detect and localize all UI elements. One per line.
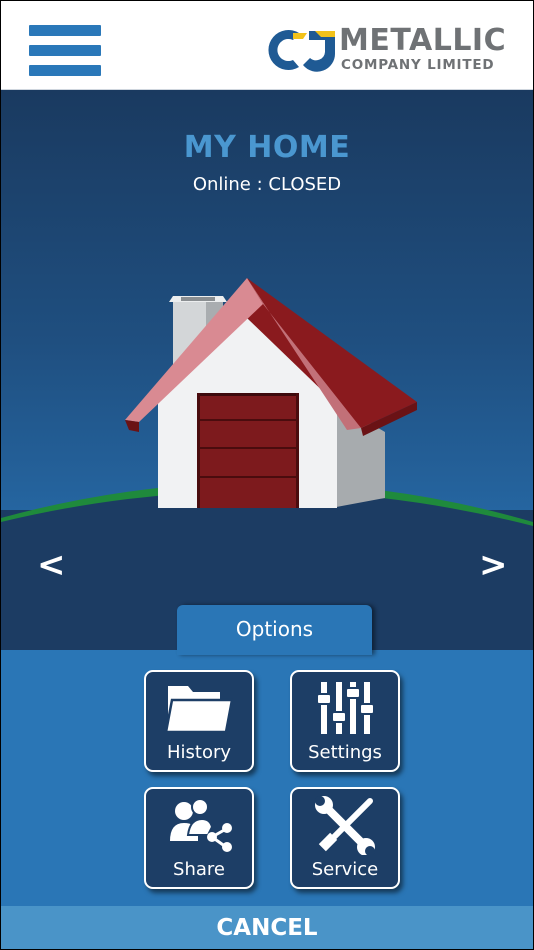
company-logo: METALLIC COMPANY LIMITED bbox=[263, 23, 506, 75]
app-header: METALLIC COMPANY LIMITED bbox=[1, 1, 533, 90]
cancel-button[interactable]: CANCEL bbox=[1, 906, 533, 949]
settings-button[interactable]: Settings bbox=[290, 670, 400, 772]
logo-text-metallic: METALLIC bbox=[339, 23, 507, 58]
options-panel: History Settings Share Service bbox=[1, 650, 533, 906]
history-label: History bbox=[166, 742, 232, 763]
options-tab[interactable]: Options bbox=[177, 605, 372, 655]
sliders-icon bbox=[316, 682, 375, 734]
wrench-screwdriver-icon bbox=[315, 796, 375, 855]
service-label: Service bbox=[311, 859, 379, 880]
history-button[interactable]: History bbox=[144, 670, 254, 772]
previous-device-button[interactable]: < bbox=[37, 548, 66, 582]
device-scene: MY HOME Online : CLOSED < > bbox=[1, 90, 533, 650]
service-button[interactable]: Service bbox=[290, 787, 400, 889]
device-name: MY HOME bbox=[183, 130, 351, 165]
cj-logo-mark-icon bbox=[268, 30, 336, 72]
share-button[interactable]: Share bbox=[144, 787, 254, 889]
folder-icon bbox=[164, 686, 234, 734]
device-status: Online : CLOSED bbox=[192, 174, 342, 195]
logo-text-company: COMPANY LIMITED bbox=[341, 57, 495, 73]
hamburger-menu-icon[interactable] bbox=[29, 25, 101, 77]
settings-label: Settings bbox=[308, 742, 382, 763]
house-illustration bbox=[1, 278, 533, 650]
app-frame: METALLIC COMPANY LIMITED MY HOME Online … bbox=[0, 0, 534, 950]
share-label: Share bbox=[173, 859, 225, 880]
share-users-icon bbox=[170, 798, 232, 852]
next-device-button[interactable]: > bbox=[479, 548, 508, 582]
